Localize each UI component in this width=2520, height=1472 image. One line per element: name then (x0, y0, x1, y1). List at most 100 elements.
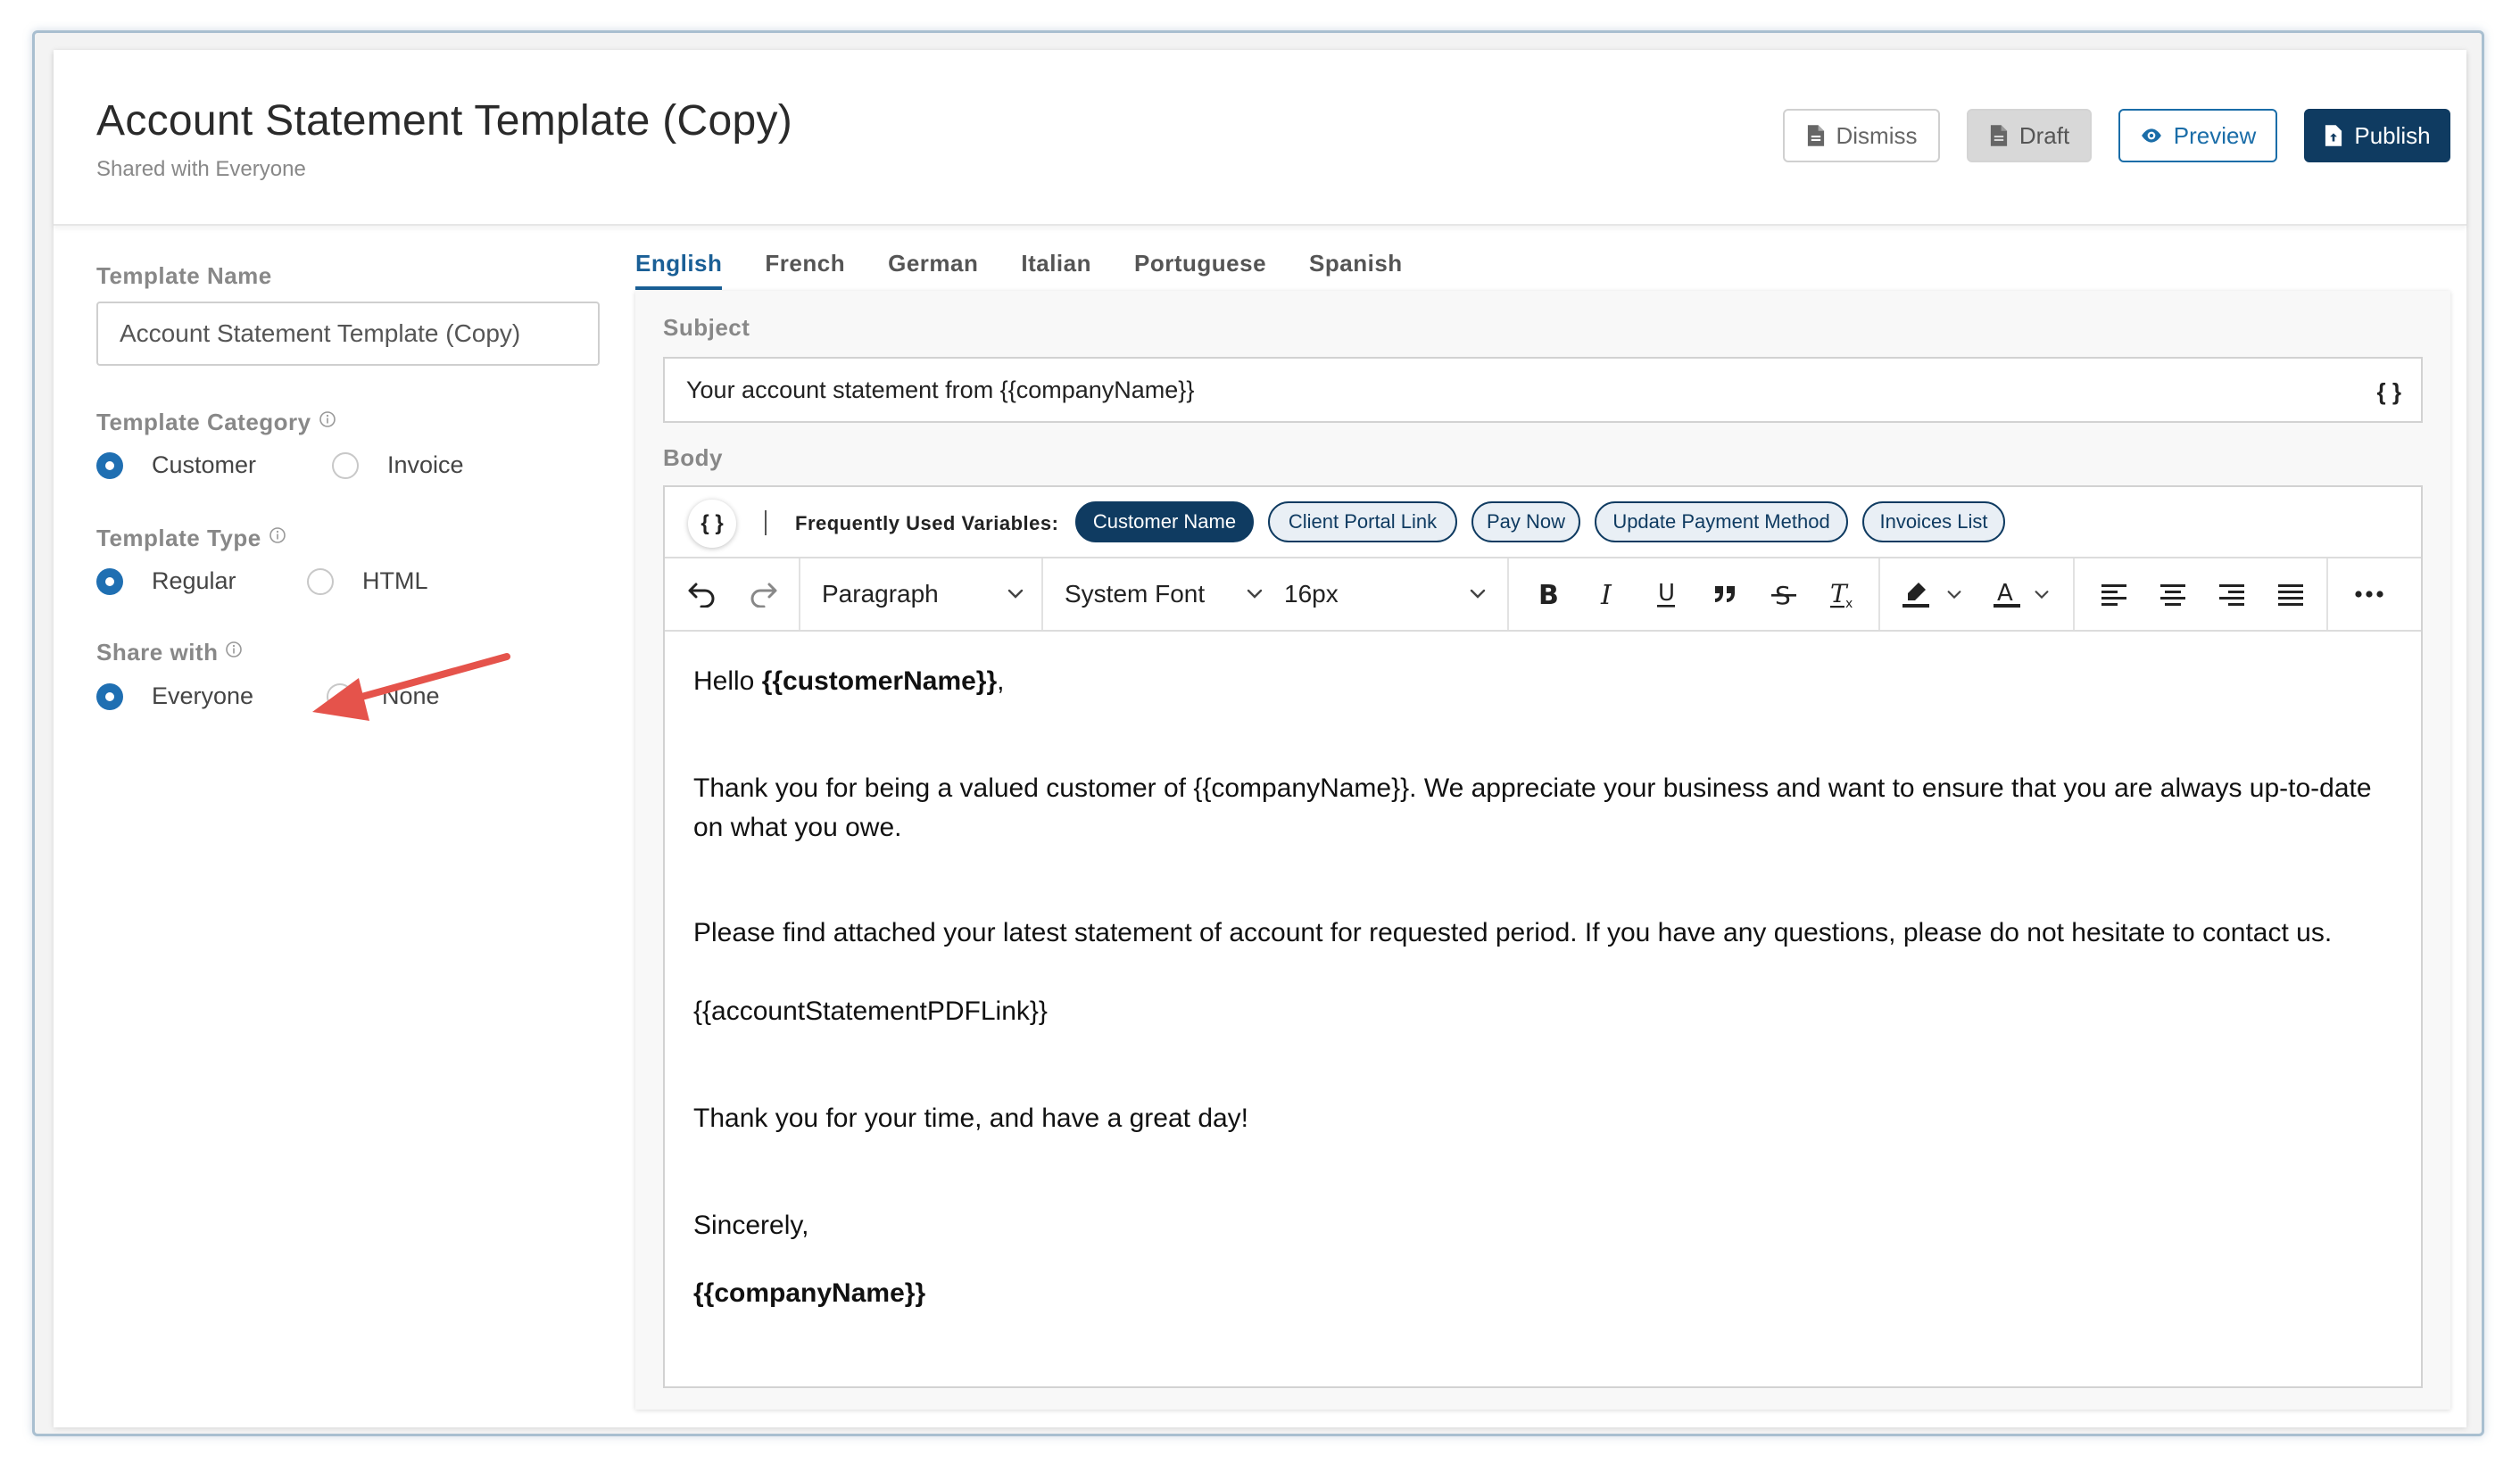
template-type-label-text: Template Type (96, 525, 261, 551)
underline-button[interactable]: U (1637, 558, 1695, 630)
bold-button[interactable]: B (1520, 558, 1577, 630)
tab-spanish[interactable]: Spanish (1309, 250, 1403, 290)
clear-format-icon: Tx (1830, 579, 1853, 609)
editor-toolbar: Paragraph System Font 16px B I U S T x A (665, 558, 2421, 632)
highlight-color-button[interactable] (1887, 558, 1977, 630)
type-html-option[interactable]: HTML (307, 567, 428, 595)
share-option-label: Everyone (152, 682, 254, 709)
clear-formatting-button[interactable]: Tx (1814, 558, 1871, 630)
pdf-link-variable: {{accountStatementPDFLink}} (693, 996, 1048, 1026)
category-option-label: Customer (152, 451, 257, 478)
chevron-down-icon (1247, 589, 1263, 599)
align-right-button[interactable] (2203, 558, 2260, 630)
text-color-icon: A (1994, 580, 2020, 608)
tab-italian[interactable]: Italian (1021, 250, 1091, 290)
radio-selected[interactable] (96, 567, 123, 595)
share-everyone-option[interactable]: Everyone (96, 682, 253, 710)
italic-icon: I (1600, 580, 1612, 608)
tab-french[interactable]: French (765, 250, 845, 290)
sign-off-line: Sincerely, (693, 1211, 809, 1240)
document-icon (1990, 125, 2007, 146)
redo-icon (750, 583, 777, 608)
variable-chip-invoices-list[interactable]: Invoices List (1862, 501, 2005, 542)
variable-chip-customer-name[interactable]: Customer Name (1075, 501, 1254, 542)
font-size-select[interactable]: 16px (1272, 558, 1505, 630)
text-color-button[interactable]: A (1977, 558, 2066, 630)
align-right-icon (2219, 584, 2244, 606)
info-icon (226, 641, 243, 657)
tab-german[interactable]: German (888, 250, 978, 290)
draft-button-label: Draft (2018, 121, 2070, 149)
chevron-down-icon (1470, 589, 1486, 599)
variable-chip-pay-now[interactable]: Pay Now (1471, 501, 1580, 542)
chevron-down-icon (1947, 591, 1961, 600)
variable-chip-update-payment-method[interactable]: Update Payment Method (1595, 501, 1848, 542)
template-editor-card: Account Statement Template (Copy) Shared… (54, 50, 2466, 1427)
info-icon (269, 527, 286, 543)
greeting-prefix: Hello (693, 666, 762, 696)
eye-icon (2141, 128, 2161, 143)
radio-selected[interactable] (96, 682, 123, 710)
tab-portuguese[interactable]: Portuguese (1134, 250, 1266, 290)
tab-english[interactable]: English (635, 250, 723, 290)
block-format-select[interactable]: Paragraph (800, 558, 1041, 630)
toolbar-divider (1507, 558, 1509, 630)
undo-button[interactable] (674, 558, 731, 630)
font-family-select[interactable]: System Font (1043, 558, 1284, 630)
strikethrough-button[interactable]: S (1755, 558, 1812, 630)
category-invoice-option[interactable]: Invoice (332, 451, 464, 479)
type-regular-option[interactable]: Regular (96, 567, 236, 595)
category-customer-option[interactable]: Customer (96, 451, 256, 479)
draft-button[interactable]: Draft (1967, 109, 2092, 162)
highlighter-icon (1902, 583, 1929, 608)
greeting-suffix: , (997, 666, 1005, 696)
template-category-label: Template Category (96, 409, 336, 436)
company-name-variable: {{companyName}} (693, 1278, 926, 1308)
publish-button-label: Publish (2354, 121, 2431, 149)
toolbar-divider (2326, 558, 2328, 630)
bold-icon: B (1538, 580, 1559, 608)
subject-input[interactable]: Your account statement from {{companyNam… (663, 357, 2423, 423)
page-subtitle: Shared with Everyone (96, 157, 306, 181)
chevron-down-icon (1007, 589, 1024, 599)
radio-unselected[interactable] (307, 567, 334, 595)
category-option-label: Invoice (387, 451, 464, 478)
editor-panel: Subject Your account statement from {{co… (635, 291, 2450, 1410)
variables-bar: { } Frequently Used Variables: Customer … (665, 487, 2421, 558)
block-format-value: Paragraph (822, 580, 939, 608)
template-name-input[interactable] (96, 302, 600, 366)
radio-unselected[interactable] (332, 451, 359, 479)
type-option-label: Regular (152, 567, 236, 594)
publish-button[interactable]: Publish (2304, 109, 2450, 162)
dismiss-button[interactable]: Dismiss (1783, 109, 1940, 162)
align-justify-button[interactable] (2262, 558, 2319, 630)
rich-text-editor: { } Frequently Used Variables: Customer … (663, 485, 2423, 1388)
italic-button[interactable]: I (1579, 558, 1636, 630)
template-category-label-text: Template Category (96, 409, 311, 435)
svg-text:A: A (1997, 580, 2013, 607)
toolbar-divider (1878, 558, 1880, 630)
preview-button[interactable]: Preview (2118, 109, 2277, 162)
align-left-button[interactable] (2085, 558, 2143, 630)
more-options-button[interactable] (2333, 558, 2405, 630)
annotation-arrow-icon (312, 653, 510, 721)
dismiss-button-label: Dismiss (1836, 121, 1918, 149)
blockquote-button[interactable] (1696, 558, 1753, 630)
radio-selected[interactable] (96, 451, 123, 479)
greeting-line: Hello {{customerName}}, (693, 662, 2398, 701)
align-center-button[interactable] (2144, 558, 2201, 630)
toolbar-divider (2073, 558, 2075, 630)
chevron-down-icon (2035, 591, 2049, 600)
more-icon (2355, 591, 2383, 598)
subject-variable-button[interactable]: { } (2377, 378, 2401, 406)
preview-button-label: Preview (2173, 121, 2257, 149)
redo-button[interactable] (734, 558, 792, 630)
variable-chip-client-portal-link[interactable]: Client Portal Link (1268, 501, 1457, 542)
document-icon (1807, 125, 1824, 146)
svg-text:x: x (1845, 597, 1853, 609)
body-label: Body (663, 444, 723, 471)
align-justify-icon (2278, 584, 2303, 606)
insert-variable-button[interactable]: { } (688, 500, 736, 548)
share-with-label-text: Share with (96, 639, 219, 666)
quote-icon (1715, 586, 1735, 602)
